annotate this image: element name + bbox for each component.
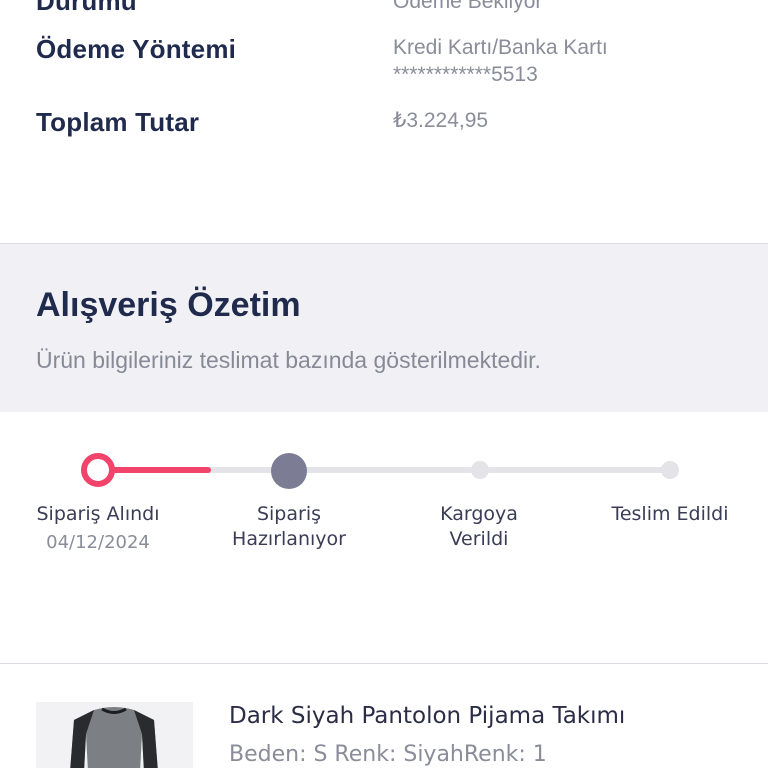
total-amount-label: Toplam Tutar [36, 107, 200, 137]
payment-method-value: Kredi Kartı/Banka Kartı [393, 36, 608, 59]
step-preparing-dot [271, 453, 307, 489]
product-image[interactable] [36, 702, 193, 768]
status-row: Durumu Ödeme Bekliyor [36, 0, 736, 16]
summary-subtitle: Ürün bilgileriniz teslimat bazında göste… [36, 347, 541, 373]
step-delivered-label: Teslim Edildi [611, 503, 729, 525]
step-order-received-dot [81, 453, 115, 487]
payment-method-row: Ödeme Yöntemi Kredi Kartı/Banka Kartı **… [36, 34, 736, 94]
step-shipped-label-line2: Verildi [449, 528, 509, 550]
total-amount-value: ₺3.224,95 [393, 109, 489, 132]
sweatshirt-icon [70, 707, 158, 768]
step-order-received-date: 04/12/2024 [46, 532, 150, 553]
payment-method-label: Ödeme Yöntemi [36, 34, 237, 64]
masked-card-number: ************5513 [393, 63, 538, 86]
divider-bottom [0, 663, 768, 664]
step-preparing-label-line1: Sipariş [256, 503, 322, 525]
step-shipped-dot [471, 461, 489, 479]
step-delivered-dot [661, 461, 679, 479]
status-label: Durumu [36, 0, 137, 16]
product-details: Beden: S Renk: SiyahRenk: 1 [229, 742, 547, 767]
total-amount-row: Toplam Tutar ₺3.224,95 [36, 107, 736, 141]
step-preparing-label-line2: Hazırlanıyor [232, 528, 346, 550]
status-value: Ödeme Bekliyor [393, 0, 543, 13]
step-order-received-label: Sipariş Alındı [36, 503, 160, 525]
summary-panel [0, 244, 768, 412]
step-shipped-label-line1: Kargoya [440, 503, 518, 525]
product-name[interactable]: Dark Siyah Pantolon Pijama Takımı [229, 703, 625, 729]
summary-title: Alışveriş Özetim [36, 286, 301, 324]
